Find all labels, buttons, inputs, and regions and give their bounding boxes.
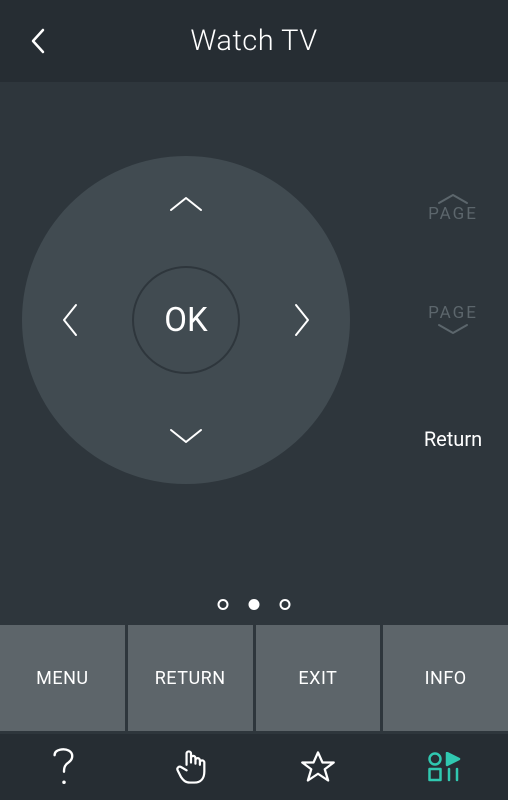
page-down-label: PAGE bbox=[428, 305, 478, 322]
exit-button-label: EXIT bbox=[298, 668, 337, 689]
exit-button[interactable]: EXIT bbox=[256, 625, 381, 731]
header-bar: Watch TV bbox=[0, 0, 508, 82]
hand-icon bbox=[174, 747, 208, 787]
return-button-label: RETURN bbox=[155, 668, 226, 689]
help-icon bbox=[49, 747, 79, 787]
dpad-ok-button[interactable]: OK bbox=[132, 266, 240, 374]
chevron-right-icon bbox=[290, 301, 312, 339]
dpad: OK bbox=[22, 156, 350, 484]
pager-dot[interactable] bbox=[218, 599, 229, 610]
bottom-button-row: MENU RETURN EXIT INFO bbox=[0, 622, 508, 734]
chevron-up-icon bbox=[167, 194, 205, 216]
menu-button[interactable]: MENU bbox=[0, 625, 125, 731]
info-button-label: INFO bbox=[425, 668, 467, 689]
return-button-bottom[interactable]: RETURN bbox=[128, 625, 253, 731]
dpad-down-button[interactable] bbox=[161, 410, 211, 460]
dpad-up-button[interactable] bbox=[161, 180, 211, 230]
dpad-right-button[interactable] bbox=[276, 295, 326, 345]
chevron-down-icon bbox=[167, 424, 205, 446]
return-button[interactable]: Return bbox=[418, 424, 488, 454]
chevron-left-icon bbox=[29, 27, 47, 55]
page-up-label: PAGE bbox=[428, 206, 478, 223]
page-indicator bbox=[218, 599, 291, 610]
tab-bar bbox=[0, 734, 508, 800]
pager-dot[interactable] bbox=[280, 599, 291, 610]
tab-activity[interactable] bbox=[381, 734, 508, 800]
page-down-button[interactable]: PAGE bbox=[418, 290, 488, 350]
tab-favorites[interactable] bbox=[254, 734, 381, 800]
remote-main-area: OK PAGE PAGE Return bbox=[0, 82, 508, 622]
dpad-left-button[interactable] bbox=[46, 295, 96, 345]
chevron-down-icon bbox=[436, 322, 470, 336]
tab-help[interactable] bbox=[0, 734, 127, 800]
chevron-left-icon bbox=[60, 301, 82, 339]
dpad-ok-label: OK bbox=[164, 301, 207, 340]
return-label: Return bbox=[424, 427, 482, 451]
activity-icon bbox=[427, 752, 463, 782]
star-icon bbox=[300, 749, 336, 785]
page-up-button[interactable]: PAGE bbox=[418, 177, 488, 237]
page-title: Watch TV bbox=[0, 24, 508, 58]
pager-dot-active[interactable] bbox=[249, 599, 260, 610]
menu-button-label: MENU bbox=[36, 668, 88, 689]
back-button[interactable] bbox=[18, 21, 58, 61]
info-button[interactable]: INFO bbox=[383, 625, 508, 731]
tab-gesture[interactable] bbox=[127, 734, 254, 800]
